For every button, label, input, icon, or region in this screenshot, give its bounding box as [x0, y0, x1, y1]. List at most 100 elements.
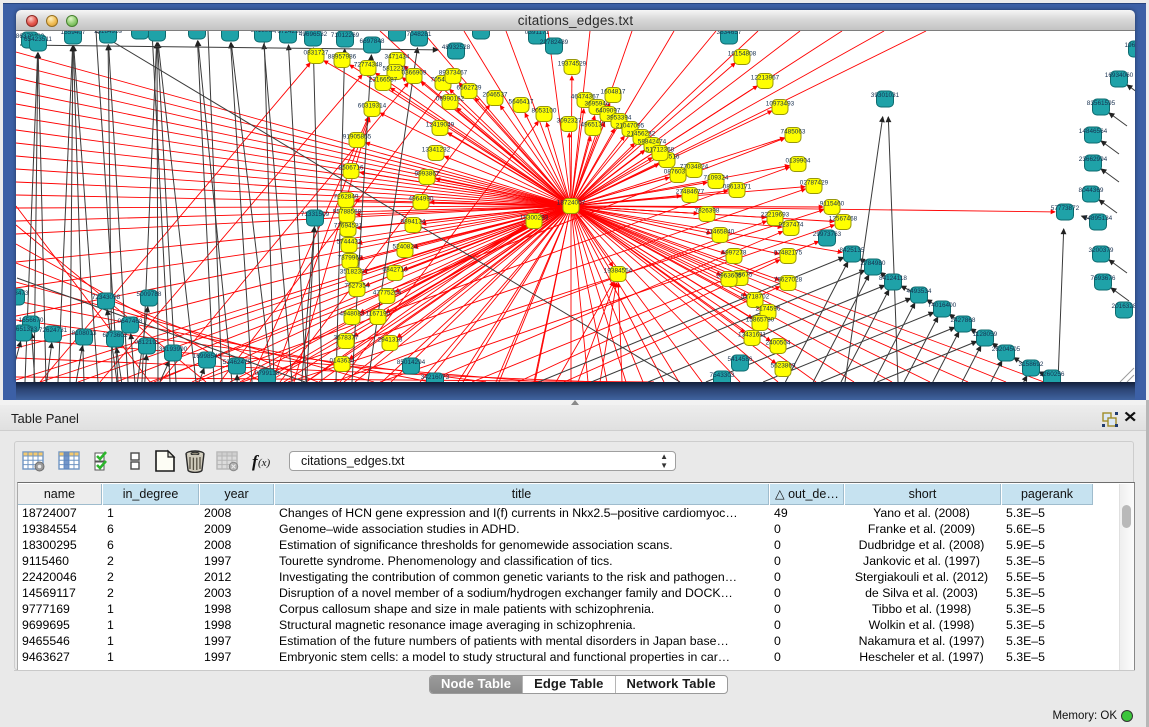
svg-text:65423511: 65423511	[24, 36, 52, 43]
svg-text:74016400: 74016400	[928, 302, 957, 309]
svg-text:4752553: 4752553	[145, 31, 170, 33]
svg-text:2260256: 2260256	[1040, 371, 1065, 378]
svg-text:5744431: 5744431	[337, 239, 362, 246]
svg-text:5414586: 5414586	[728, 356, 753, 363]
svg-text:2427868: 2427868	[951, 317, 976, 324]
svg-text:5623869: 5623869	[771, 363, 796, 370]
svg-text:7543303: 7543303	[710, 372, 735, 379]
svg-text:4997278: 4997278	[722, 250, 747, 257]
svg-text:21465840: 21465840	[706, 229, 735, 236]
svg-text:0799118: 0799118	[255, 370, 280, 377]
svg-text:13431611: 13431611	[738, 332, 766, 339]
svg-text:(x): (x)	[258, 457, 271, 469]
svg-text:3834657: 3834657	[717, 31, 742, 36]
svg-text:8053100: 8053100	[532, 108, 557, 115]
svg-text:7109324: 7109324	[704, 175, 729, 182]
svg-text:71012269: 71012269	[331, 32, 360, 39]
svg-text:21456232: 21456232	[627, 131, 656, 138]
svg-text:5183473: 5183473	[16, 290, 29, 297]
svg-text:66319314: 66319314	[358, 103, 387, 110]
svg-text:1559407: 1559407	[61, 31, 86, 36]
svg-text:06990162: 06990162	[436, 96, 465, 103]
svg-text:29973763: 29973763	[813, 231, 842, 238]
svg-text:3953394: 3953394	[607, 115, 632, 122]
svg-text:1167190: 1167190	[366, 311, 391, 318]
svg-text:89373467: 89373467	[439, 70, 468, 77]
svg-text:19374529: 19374529	[558, 61, 587, 68]
svg-text:16154808: 16154808	[728, 51, 757, 58]
svg-text:84124118: 84124118	[879, 275, 907, 282]
svg-text:85014294: 85014294	[397, 359, 426, 366]
svg-text:4948083: 4948083	[340, 311, 365, 318]
svg-text:12567468: 12567468	[829, 216, 858, 223]
svg-text:23166587: 23166587	[369, 77, 398, 84]
svg-text:14895134: 14895134	[1084, 215, 1113, 222]
svg-text:0139904: 0139904	[786, 158, 811, 165]
svg-text:9993867: 9993867	[415, 171, 440, 178]
svg-text:23662994: 23662994	[1079, 156, 1108, 163]
svg-text:9237474: 9237474	[779, 222, 804, 229]
svg-text:36193990: 36193990	[159, 346, 188, 353]
svg-text:1656670: 1656670	[19, 317, 44, 324]
svg-text:26204505: 26204505	[992, 346, 1021, 353]
svg-text:95788568: 95788568	[333, 209, 362, 216]
svg-text:2784980: 2784980	[861, 260, 886, 267]
svg-text:77694531: 77694531	[334, 223, 363, 230]
svg-text:1604817: 1604817	[601, 89, 626, 96]
svg-text:71331509: 71331509	[301, 211, 330, 218]
svg-text:0647468: 0647468	[118, 318, 143, 325]
svg-text:83561595: 83561595	[1087, 100, 1116, 107]
svg-text:08613171: 08613171	[723, 184, 752, 191]
svg-text:7826398: 7826398	[695, 208, 720, 215]
svg-text:39301031: 39301031	[871, 92, 900, 99]
svg-text:14846564: 14846564	[1079, 128, 1108, 135]
svg-text:51712368: 51712368	[646, 147, 675, 154]
svg-text:2400504: 2400504	[766, 340, 791, 347]
svg-text:8506716: 8506716	[339, 165, 364, 172]
svg-text:72624731: 72624731	[39, 327, 68, 334]
svg-text:77034824: 77034824	[680, 164, 709, 171]
svg-text:4964990: 4964990	[409, 196, 434, 203]
svg-text:10651333: 10651333	[16, 326, 38, 333]
svg-text:8425135: 8425135	[840, 247, 865, 254]
svg-text:18724007: 18724007	[557, 200, 586, 207]
svg-text:2046537: 2046537	[483, 92, 508, 99]
svg-text:5009788: 5009788	[137, 291, 162, 298]
svg-text:51718702: 51718702	[741, 294, 770, 301]
svg-text:7379965: 7379965	[338, 255, 363, 262]
svg-text:72343098: 72343098	[92, 294, 121, 301]
svg-text:2174596: 2174596	[756, 306, 781, 313]
svg-text:9115460: 9115460	[820, 201, 845, 208]
svg-text:0366909: 0366909	[402, 70, 427, 77]
svg-text:8108013: 8108013	[72, 330, 97, 337]
svg-text:3678377: 3678377	[334, 335, 359, 342]
svg-text:21047095: 21047095	[616, 123, 645, 130]
svg-text:0391171: 0391171	[525, 31, 550, 36]
svg-text:72774348: 72774348	[354, 62, 383, 69]
svg-text:48932528: 48932528	[442, 44, 471, 51]
svg-text:3963605: 3963605	[717, 273, 742, 280]
svg-text:22219693: 22219693	[761, 212, 790, 219]
svg-text:12213967: 12213967	[751, 75, 780, 82]
svg-text:7262849: 7262849	[334, 194, 359, 201]
svg-text:47775204: 47775204	[373, 290, 402, 297]
svg-text:35182337: 35182337	[340, 269, 369, 276]
svg-text:07482175: 07482175	[774, 250, 803, 257]
svg-text:0831727: 0831727	[304, 50, 329, 57]
svg-text:76627028: 76627028	[774, 277, 803, 284]
svg-text:6562729: 6562729	[457, 85, 482, 92]
svg-text:16184959: 16184959	[94, 31, 123, 35]
svg-text:8044369: 8044369	[1079, 187, 1104, 194]
svg-text:3092327: 3092327	[557, 118, 582, 125]
svg-text:10973493: 10973493	[766, 101, 795, 108]
svg-text:58842474: 58842474	[638, 139, 667, 146]
svg-text:12419049: 12419049	[426, 122, 455, 129]
svg-text:49696532: 49696532	[299, 31, 328, 38]
svg-text:91905865: 91905865	[343, 134, 372, 141]
svg-text:5240824: 5240824	[393, 244, 418, 251]
svg-text:3200379: 3200379	[1089, 247, 1114, 254]
svg-text:7527354: 7527354	[345, 283, 370, 290]
svg-text:19384554: 19384554	[604, 268, 633, 275]
svg-text:2941318: 2941318	[378, 337, 403, 344]
svg-text:1128059: 1128059	[973, 331, 998, 338]
